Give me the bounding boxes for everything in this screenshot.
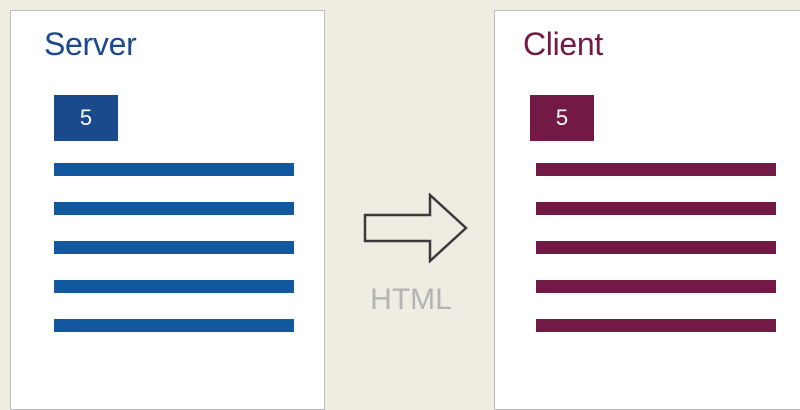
- server-panel: Server 5: [10, 10, 325, 410]
- client-content-line: [536, 280, 776, 293]
- client-panel: Client 5: [494, 10, 800, 410]
- server-content-line: [54, 280, 294, 293]
- server-title: Server: [44, 26, 137, 62]
- server-badge: 5: [54, 95, 118, 141]
- transfer-connector: HTML: [363, 193, 469, 333]
- client-title: Client: [523, 26, 604, 62]
- server-content-line: [54, 319, 294, 332]
- client-content-line: [536, 202, 776, 215]
- html-label: HTML: [370, 283, 452, 316]
- server-content-line: [54, 202, 294, 215]
- server-content-line: [54, 163, 294, 176]
- server-content-lines: [54, 163, 294, 358]
- client-content-line: [536, 163, 776, 176]
- client-content-line: [536, 241, 776, 254]
- client-content-line: [536, 319, 776, 332]
- right-arrow-icon: [363, 193, 468, 263]
- server-content-line: [54, 241, 294, 254]
- client-content-lines: [536, 163, 776, 358]
- client-badge: 5: [530, 95, 594, 141]
